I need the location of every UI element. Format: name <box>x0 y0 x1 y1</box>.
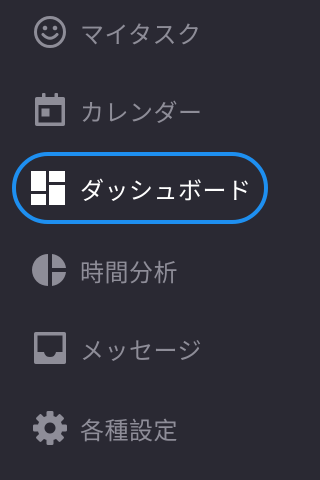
smiley-icon <box>30 12 70 52</box>
sidebar-item-my-tasks[interactable]: マイタスク <box>0 0 286 64</box>
sidebar-item-dashboard[interactable]: ダッシュボード <box>0 156 286 220</box>
pie-chart-icon <box>30 250 70 290</box>
gear-icon <box>30 408 70 448</box>
sidebar-item-label: メッセージ <box>80 336 203 365</box>
sidebar-item-label: 時間分析 <box>80 258 178 287</box>
sidebar-item-settings[interactable]: 各種設定 <box>0 396 286 460</box>
sidebar-item-time-analysis[interactable]: 時間分析 <box>0 238 286 302</box>
dashboard-icon <box>28 168 68 208</box>
sidebar-nav: マイタスク カレンダー ダッシュボード 時間分析 メッセージ 各種設定 <box>0 0 286 480</box>
sidebar-item-label: ダッシュボード <box>80 176 252 205</box>
sidebar-item-label: マイタスク <box>80 20 202 49</box>
sidebar-item-label: 各種設定 <box>80 416 178 445</box>
calendar-icon <box>30 90 70 130</box>
sidebar-item-label: カレンダー <box>80 98 203 127</box>
inbox-icon <box>30 328 70 368</box>
sidebar-item-calendar[interactable]: カレンダー <box>0 78 286 142</box>
sidebar-item-messages[interactable]: メッセージ <box>0 316 286 380</box>
